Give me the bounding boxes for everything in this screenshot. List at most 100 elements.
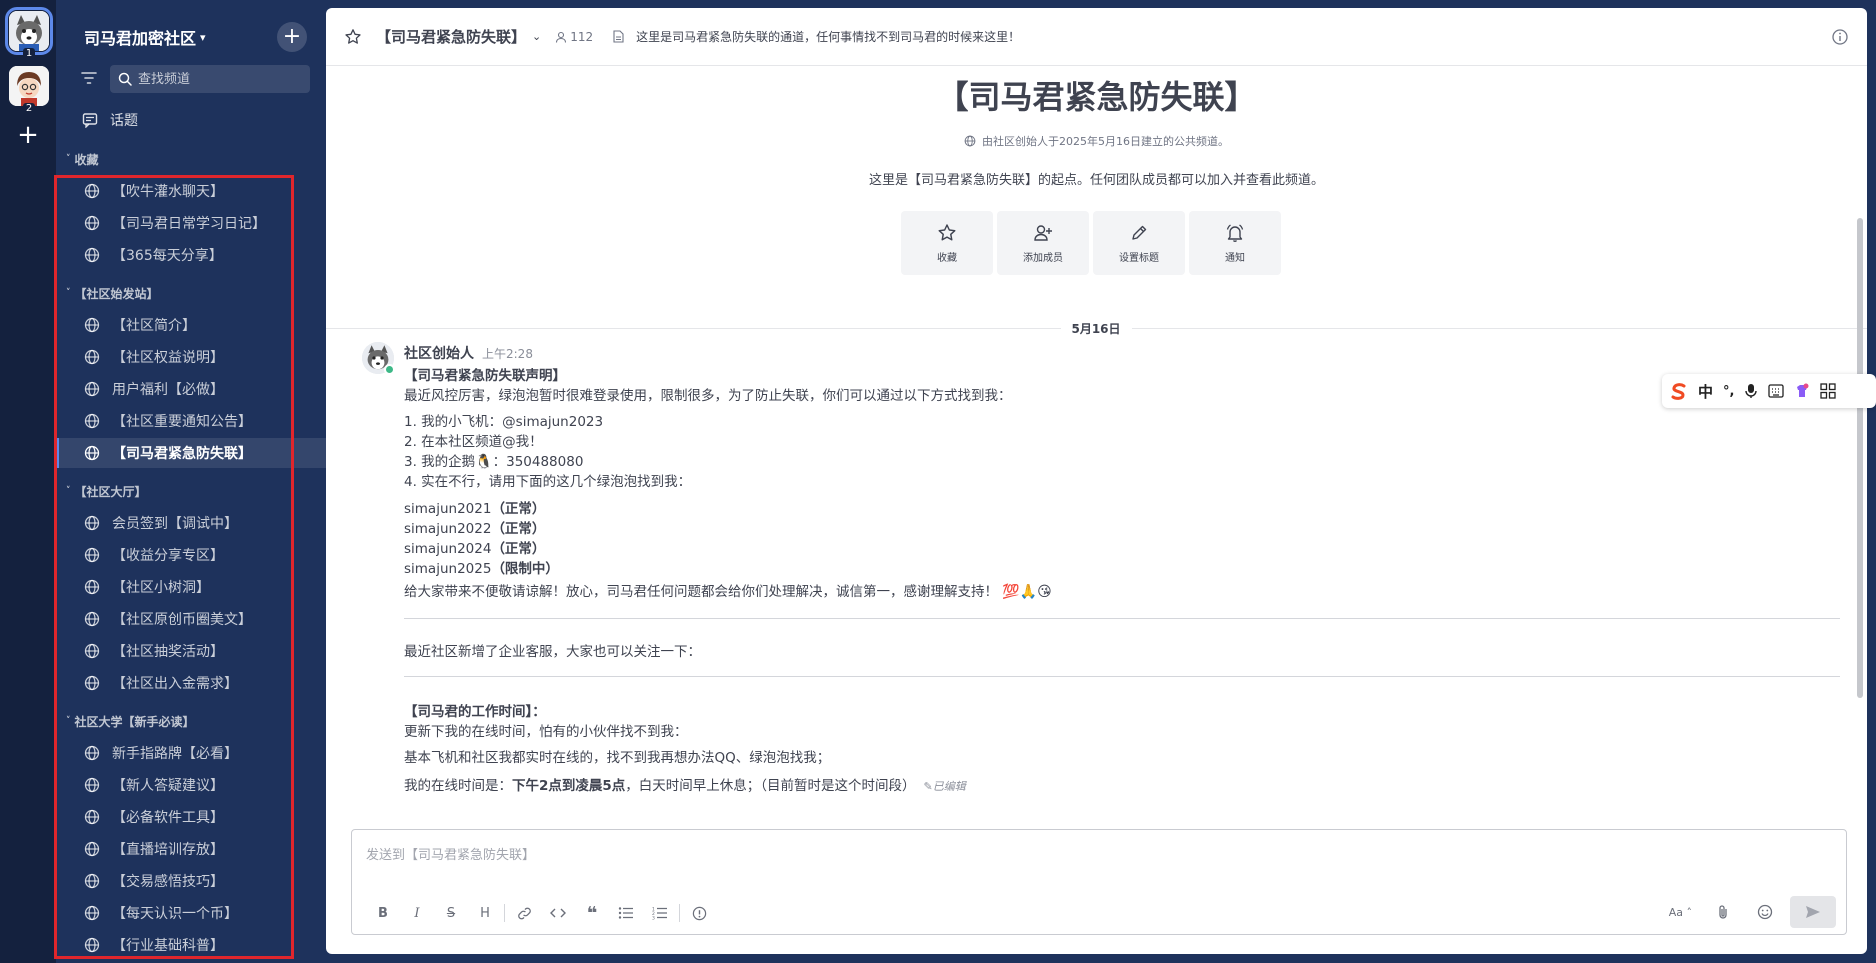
channel-label: 【司马君日常学习日记】 bbox=[112, 216, 266, 232]
account-name: simajun2024 bbox=[404, 541, 492, 557]
add-team-button[interactable]: + bbox=[16, 122, 40, 148]
microphone-icon[interactable] bbox=[1744, 383, 1758, 399]
channel-label: 【社区抽奖活动】 bbox=[112, 644, 224, 660]
sidebar-channel[interactable]: 【新人答疑建议】 bbox=[56, 770, 326, 800]
send-button[interactable] bbox=[1790, 896, 1836, 928]
sidebar-channel[interactable]: 【直播培训存放】 bbox=[56, 834, 326, 864]
sogou-logo-icon[interactable] bbox=[1670, 382, 1688, 400]
post-line: simajun2021（正常） bbox=[404, 497, 545, 517]
action-label: 设置标题 bbox=[1119, 252, 1159, 264]
star-icon[interactable] bbox=[344, 28, 362, 46]
team-badge-2: 2 bbox=[23, 103, 35, 115]
quote-icon[interactable]: ❝ bbox=[575, 902, 609, 924]
sidebar-channel[interactable]: 【吹牛灌水聊天】 bbox=[56, 176, 326, 206]
date-separator: 5月16日 bbox=[326, 318, 1867, 338]
priority-icon[interactable] bbox=[682, 902, 716, 924]
member-count-button[interactable]: 112 bbox=[555, 30, 593, 44]
numbered-list-icon[interactable]: 123 bbox=[643, 902, 677, 924]
post-line: simajun2022（正常） bbox=[404, 517, 545, 537]
heading-icon[interactable]: H bbox=[468, 902, 502, 924]
chevron-down-icon[interactable]: ⌄ bbox=[532, 30, 541, 43]
post-line: 1. 我的小飞机：@simajun2023 bbox=[404, 414, 604, 430]
keyboard-icon[interactable] bbox=[1768, 384, 1785, 398]
team-name-menu[interactable]: 司马君加密社区 ▾ bbox=[84, 24, 206, 50]
sidebar-channel[interactable]: 【社区简介】 bbox=[56, 310, 326, 340]
sidebar-channel[interactable]: 【交易感悟技巧】 bbox=[56, 866, 326, 896]
info-icon[interactable] bbox=[1831, 28, 1849, 46]
category-university[interactable]: ˅ 社区大学【新手必读】 bbox=[66, 711, 195, 731]
category-label: 收藏 bbox=[74, 152, 99, 167]
link-icon[interactable] bbox=[507, 902, 541, 924]
post-author[interactable]: 社区创始人 bbox=[404, 343, 474, 363]
sidebar-channel[interactable]: 【必备软件工具】 bbox=[56, 802, 326, 832]
formatting-toggle-button[interactable]: Aa ˄ bbox=[1669, 906, 1692, 919]
globe-icon bbox=[84, 873, 100, 889]
category-hall[interactable]: ˅ 【社区大厅】 bbox=[66, 481, 147, 501]
channel-label: 【行业基础科普】 bbox=[112, 938, 224, 954]
channel-label: 会员签到【调试中】 bbox=[112, 516, 238, 532]
attachment-icon[interactable] bbox=[1706, 901, 1740, 923]
category-start[interactable]: ˅ 【社区始发站】 bbox=[66, 283, 159, 303]
post-line: 最近风控厉害，绿泡泡暂时很难登录使用，限制很多，为了防止失联，你们可以通过以下方… bbox=[404, 388, 1012, 404]
message-input[interactable] bbox=[366, 844, 1826, 868]
team-icon-2[interactable]: 2 bbox=[9, 66, 49, 115]
sidebar-channel[interactable]: 【收益分享专区】 bbox=[56, 540, 326, 570]
channel-title[interactable]: 【司马君紧急防失联】 bbox=[376, 26, 526, 47]
globe-icon bbox=[84, 547, 100, 563]
globe-icon bbox=[84, 317, 100, 333]
team-icon-1[interactable]: 1 bbox=[5, 7, 53, 60]
sidebar-channel[interactable]: 【社区抽奖活动】 bbox=[56, 636, 326, 666]
chevron-down-icon: ˅ bbox=[66, 716, 71, 726]
set-header-button[interactable]: 设置标题 bbox=[1093, 211, 1185, 275]
emoji-icon[interactable] bbox=[1748, 901, 1782, 923]
post-line: 2. 在本社区频道@我！ bbox=[404, 434, 543, 450]
sidebar-item-label: 话题 bbox=[110, 113, 138, 129]
globe-icon bbox=[84, 413, 100, 429]
sidebar-channel-active[interactable]: 【司马君紧急防失联】 bbox=[56, 438, 326, 468]
category-label: 社区大学【新手必读】 bbox=[74, 714, 195, 729]
sidebar-channel[interactable]: 【社区重要通知公告】 bbox=[56, 406, 326, 436]
post-time[interactable]: 上午2:28 bbox=[482, 345, 533, 362]
sidebar-channel[interactable]: 【每天认识一个币】 bbox=[56, 898, 326, 928]
sidebar-channel[interactable]: 【社区权益说明】 bbox=[56, 342, 326, 372]
sidebar-channel[interactable]: 【社区小树洞】 bbox=[56, 572, 326, 602]
favorite-button[interactable]: 收藏 bbox=[901, 211, 993, 275]
edited-indicator[interactable]: ✎已编辑 bbox=[924, 780, 966, 793]
sidebar-item-topics[interactable]: 话题 bbox=[82, 108, 138, 132]
grid-menu-icon[interactable] bbox=[1820, 383, 1837, 399]
account-status: （限制中） bbox=[491, 561, 559, 577]
channel-label: 【吹牛灌水聊天】 bbox=[112, 184, 224, 200]
intro-description: 这里是【司马君紧急防失联】的起点。任何团队成员都可以加入并查看此频道。 bbox=[868, 173, 1324, 188]
channel-label: 【新人答疑建议】 bbox=[112, 778, 224, 794]
post-line-text: ：350488080 bbox=[492, 454, 584, 470]
find-channel-input[interactable] bbox=[138, 71, 298, 87]
chevron-down-icon: ˅ bbox=[66, 154, 71, 164]
sidebar-channel[interactable]: 会员签到【调试中】 bbox=[56, 508, 326, 538]
find-channel-box[interactable] bbox=[110, 65, 310, 93]
sidebar-channel[interactable]: 【365每天分享】 bbox=[56, 240, 326, 270]
sidebar-channel[interactable]: 【社区原创币圈美文】 bbox=[56, 604, 326, 634]
message-composer: B I S H ❝ 123 Aa ˄ bbox=[351, 829, 1847, 935]
bulleted-list-icon[interactable] bbox=[609, 902, 643, 924]
sidebar-channel[interactable]: 【社区出入金需求】 bbox=[56, 668, 326, 698]
italic-icon[interactable]: I bbox=[400, 902, 434, 924]
scrollbar-thumb[interactable] bbox=[1857, 218, 1863, 698]
globe-icon bbox=[84, 809, 100, 825]
filter-icon[interactable] bbox=[78, 66, 100, 90]
sidebar-channel[interactable]: 用户福利【必做】 bbox=[56, 374, 326, 404]
skin-icon[interactable] bbox=[1794, 383, 1810, 399]
sidebar-channel[interactable]: 【行业基础科普】 bbox=[56, 930, 326, 960]
sidebar-channel[interactable]: 新手指路牌【必看】 bbox=[56, 738, 326, 768]
code-icon[interactable] bbox=[541, 902, 575, 924]
add-members-button[interactable]: 添加成员 bbox=[997, 211, 1089, 275]
strikethrough-icon[interactable]: S bbox=[434, 902, 468, 924]
add-channel-button[interactable]: + bbox=[277, 22, 307, 52]
ime-punctuation[interactable]: °, bbox=[1723, 384, 1734, 399]
scrollbar[interactable] bbox=[1853, 68, 1867, 838]
team-badge-1: 1 bbox=[23, 48, 35, 60]
notifications-button[interactable]: 通知 bbox=[1189, 211, 1281, 275]
bold-icon[interactable]: B bbox=[366, 902, 400, 924]
ime-chinese-mode[interactable]: 中 bbox=[1698, 381, 1713, 402]
sidebar-channel[interactable]: 【司马君日常学习日记】 bbox=[56, 208, 326, 238]
category-favorites[interactable]: ˅ 收藏 bbox=[66, 149, 99, 169]
